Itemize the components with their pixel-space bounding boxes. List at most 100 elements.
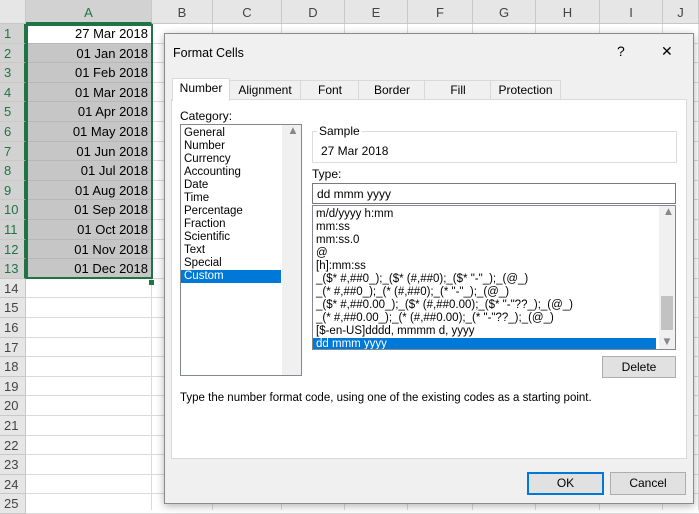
category-item-special[interactable]: Special [181,257,281,270]
cell-A4[interactable]: 01 Mar 2018 [26,82,152,103]
row-header-16[interactable]: 16 [0,318,26,338]
category-item-accounting[interactable]: Accounting [181,166,281,179]
column-header-H[interactable]: H [536,0,600,24]
row-header-22[interactable]: 22 [0,435,26,456]
column-header-B[interactable]: B [152,0,213,24]
scrollbar-thumb[interactable] [661,296,673,330]
type-list-item[interactable]: mm:ss [313,221,656,234]
cell-A8[interactable]: 01 Jul 2018 [26,161,152,181]
ok-button[interactable]: OK [527,472,604,495]
category-item-general[interactable]: General [181,127,281,140]
category-list[interactable]: ▲ General Number Currency Accounting Date Tim… [180,124,302,376]
category-item-number[interactable]: Number [181,140,281,153]
tab-font[interactable]: Font [300,80,360,100]
row-header-12[interactable]: 12 [0,239,26,260]
type-list-item[interactable]: m/d/yyyy h:mm [313,208,656,221]
type-list-item[interactable]: @ [313,247,656,260]
category-item-fraction[interactable]: Fraction [181,218,281,231]
help-button[interactable]: ? [617,43,625,59]
type-list-item[interactable]: dd mmm yyyy [313,338,656,349]
sample-label: Sample [317,124,362,138]
type-label: Type: [312,167,342,181]
cell-A2[interactable]: 01 Jan 2018 [26,43,152,64]
row-header-8[interactable]: 8 [0,161,26,181]
sample-value: 27 Mar 2018 [321,144,389,158]
tab-alignment[interactable]: Alignment [228,80,302,100]
row-header-1[interactable]: 1 [0,24,26,44]
select-all-corner[interactable] [0,0,26,24]
row-header-23[interactable]: 23 [0,455,26,475]
type-list-item[interactable]: [h]:mm:ss [313,260,656,273]
row-header-10[interactable]: 10 [0,200,26,220]
cell-A3[interactable]: 01 Feb 2018 [26,63,152,83]
scroll-up-icon[interactable]: ▲ [659,206,675,219]
delete-button[interactable]: Delete [602,356,676,378]
category-item-scientific[interactable]: Scientific [181,231,281,244]
row-header-9[interactable]: 9 [0,180,26,201]
close-button[interactable]: ✕ [661,43,673,60]
category-item-time[interactable]: Time [181,192,281,205]
row-header-5[interactable]: 5 [0,102,26,122]
number-tab-panel: Category: ▲ General Number Currency Account… [171,99,687,459]
scroll-up-icon[interactable]: ▲ [287,125,298,137]
column-header-C[interactable]: C [213,0,282,24]
row-header-2[interactable]: 2 [0,43,26,64]
fill-handle[interactable] [149,280,154,285]
row-header-13[interactable]: 13 [0,259,26,279]
row-header-17[interactable]: 17 [0,337,26,358]
cancel-button[interactable]: Cancel [610,472,686,495]
tab-protection[interactable]: Protection [490,80,561,100]
type-list-item[interactable]: _(* #,##0_);_(* (#,##0);_(* "-"_);_(@_) [313,286,656,299]
type-list-item[interactable]: _(* #,##0.00_);_(* (#,##0.00);_(* "-"??_… [313,312,656,325]
category-item-percentage[interactable]: Percentage [181,205,281,218]
cell-A7[interactable]: 01 Jun 2018 [26,141,152,162]
cell-A11[interactable]: 01 Oct 2018 [26,220,152,240]
category-scrollbar[interactable]: ▲ [282,125,301,375]
row-header-18[interactable]: 18 [0,357,26,377]
row-header-24[interactable]: 24 [0,474,26,495]
tab-number[interactable]: Number [172,78,230,101]
column-header-A[interactable]: A [26,0,152,24]
category-item-custom[interactable]: Custom [181,270,281,283]
type-list-item[interactable]: _($* #,##0_);_($* (#,##0);_($* "-"_);_(@… [313,273,656,286]
row-header-7[interactable]: 7 [0,141,26,162]
row-header-15[interactable]: 15 [0,298,26,318]
type-input[interactable] [312,183,676,204]
row-header-3[interactable]: 3 [0,63,26,83]
type-list-item[interactable]: [$-en-US]dddd, mmmm d, yyyy [313,325,656,338]
category-item-date[interactable]: Date [181,179,281,192]
column-header-G[interactable]: G [473,0,536,24]
category-label: Category: [180,109,233,123]
column-header-E[interactable]: E [345,0,408,24]
column-header-D[interactable]: D [282,0,345,24]
row-header-11[interactable]: 11 [0,220,26,240]
cell-A5[interactable]: 01 Apr 2018 [26,102,152,122]
sample-group: Sample 27 Mar 2018 [312,124,677,163]
cell-A6[interactable]: 01 May 2018 [26,122,152,142]
cell-A12[interactable]: 01 Nov 2018 [26,239,152,260]
type-scrollbar[interactable]: ▲ ▼ [659,206,675,349]
tab-border[interactable]: Border [358,80,426,100]
type-list[interactable]: ▲ ▼ m/d/yyyy h:mm mm:ss mm:ss.0 @ [h]:mm:ss _… [312,205,676,350]
row-header-14[interactable]: 14 [0,278,26,299]
column-header-F[interactable]: F [408,0,473,24]
tab-fill[interactable]: Fill [424,80,492,100]
type-list-item[interactable]: mm:ss.0 [313,234,656,247]
column-header-J[interactable]: J [663,0,699,24]
row-header-20[interactable]: 20 [0,396,26,416]
row-header-25[interactable]: 25 [0,494,26,514]
category-item-currency[interactable]: Currency [181,153,281,166]
cell-A1[interactable]: 27 Mar 2018 [26,24,152,44]
column-header-I[interactable]: I [600,0,663,24]
cell-A13[interactable]: 01 Dec 2018 [26,259,152,279]
cell-A10[interactable]: 01 Sep 2018 [26,200,152,220]
type-list-item[interactable]: _($* #,##0.00_);_($* (#,##0.00);_($* "-"… [313,299,656,312]
scroll-down-icon[interactable]: ▼ [659,336,675,349]
row-header-21[interactable]: 21 [0,416,26,436]
category-item-text[interactable]: Text [181,244,281,257]
row-header-19[interactable]: 19 [0,376,26,397]
row-header-6[interactable]: 6 [0,122,26,142]
row-header-4[interactable]: 4 [0,82,26,103]
dialog-title: Format Cells [173,46,244,60]
cell-A9[interactable]: 01 Aug 2018 [26,180,152,201]
